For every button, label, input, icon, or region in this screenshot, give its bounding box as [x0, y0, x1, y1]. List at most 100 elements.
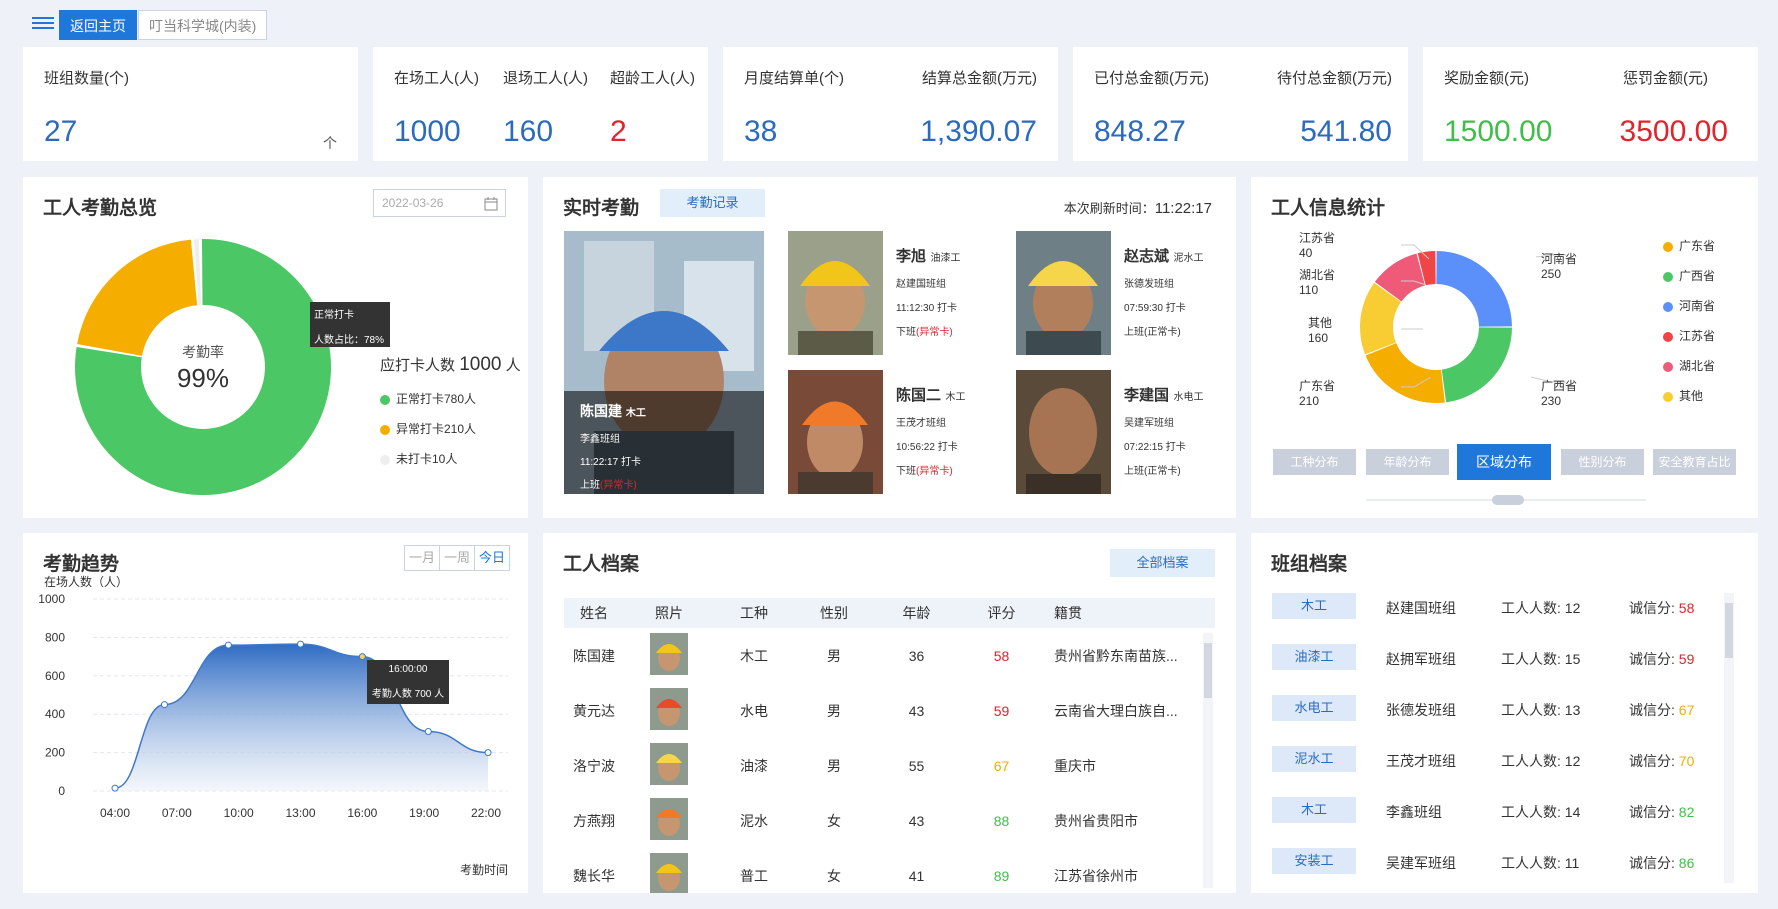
- project-tab[interactable]: 叮当科学城(内装): [138, 10, 268, 40]
- count-value: 13: [1564, 702, 1581, 718]
- archive-scrollbar[interactable]: [1203, 633, 1213, 888]
- region-label-guangxi: 广西省 230: [1541, 377, 1577, 408]
- table-row[interactable]: 魏长华 普工 女 41 89 江苏省徐州市: [564, 848, 1215, 893]
- legend-label: 正常打卡780人: [396, 392, 477, 406]
- date-picker[interactable]: 2022-03-26: [373, 189, 506, 217]
- legend-dot: [1663, 361, 1673, 372]
- trend-xlabel: 考勤时间: [459, 863, 508, 877]
- cell-trade: 油漆: [740, 757, 768, 774]
- cell-age: 43: [908, 702, 925, 719]
- worker-avatar-icon: [650, 798, 688, 840]
- trend-point[interactable]: [297, 640, 304, 648]
- unpaid-value: 541.80: [1300, 115, 1392, 148]
- tab-trade-distribution[interactable]: 工种分布: [1273, 449, 1356, 475]
- attendance-trend-chart: 0 200 400 600 800 1000 04:00 07:00 10:00 13:00 16:…: [38, 592, 508, 820]
- featured-worker-photo[interactable]: 陈国建 木工 李鑫班组 11:22:17 打卡 上班(异常卡): [564, 231, 764, 494]
- cell-gender: 女: [827, 812, 841, 829]
- cell-gender: 男: [827, 757, 841, 774]
- x-tick-label: 19:00: [409, 806, 439, 820]
- trend-point[interactable]: [424, 727, 432, 735]
- legend-label: 河南省: [1679, 299, 1716, 313]
- calendar-icon: [484, 197, 498, 211]
- back-home-tab[interactable]: 返回主页: [59, 10, 137, 40]
- tab-gender-distribution[interactable]: 性别分布: [1561, 449, 1644, 475]
- cell-trade: 泥水: [740, 812, 768, 829]
- worker-avatar-icon: [650, 743, 688, 785]
- cell-origin: 云南省大理白族自...: [1054, 702, 1178, 719]
- trend-point[interactable]: [111, 784, 119, 792]
- stat-card-teams: 班组数量(个) 27 个: [23, 47, 358, 161]
- attendance-trend-panel: 考勤趋势 在场人数（人） 一月 一周 今日 0 200 400 600 800 1000 04:…: [23, 533, 528, 893]
- worker-name: 李旭: [896, 248, 927, 265]
- legend-label: 江苏省: [1679, 329, 1716, 343]
- table-row[interactable]: 黄元达 水电 男 43 59 云南省大理白族自...: [564, 683, 1215, 738]
- overage-label: 超龄工人(人): [610, 70, 695, 87]
- worker-portrait-icon: [1016, 370, 1111, 494]
- attendance-record-button[interactable]: 考勤记录: [660, 189, 765, 217]
- region-label-jiangsu: 江苏省 40: [1299, 229, 1335, 260]
- trend-point[interactable]: [484, 749, 492, 757]
- carousel-indicator[interactable]: [1492, 495, 1524, 505]
- label-value: 250: [1541, 267, 1562, 281]
- legend-label: 广东省: [1679, 239, 1716, 253]
- legend-dot: [1663, 331, 1673, 342]
- featured-name-line: 陈国建 木工: [580, 401, 748, 421]
- settle-total-value: 1,390.07: [920, 115, 1037, 148]
- refresh-time: 本次刷新时间：11:22:17: [1064, 198, 1212, 217]
- count-label: 工人人数:: [1501, 855, 1561, 871]
- worker-time: 10:56:22 打卡: [896, 442, 958, 453]
- score-value: 70: [1678, 753, 1695, 769]
- trend-point[interactable]: [358, 653, 366, 661]
- y-tick-label: 0: [58, 784, 65, 798]
- menu-icon[interactable]: [32, 14, 54, 36]
- legend-dot-normal: [380, 394, 390, 405]
- legend-dot-abnormal: [380, 424, 390, 435]
- team-count: 工人人数: 12: [1501, 751, 1580, 771]
- paid-value: 848.27: [1094, 115, 1186, 148]
- score-value: 58: [1678, 600, 1695, 616]
- cell-photo: [624, 738, 714, 793]
- table-row[interactable]: 陈国建 木工 男 36 58 贵州省黔东南苗族...: [564, 628, 1215, 683]
- status-text: (异常卡): [916, 466, 953, 477]
- team-scrollbar[interactable]: [1724, 593, 1734, 883]
- col-origin: 籍贯: [1044, 598, 1215, 628]
- unpaid-label: 待付总金额(万元): [1277, 70, 1392, 87]
- trend-point[interactable]: [224, 641, 232, 649]
- trend-point[interactable]: [160, 701, 168, 709]
- unit-label: 个: [323, 135, 337, 151]
- score-value: 86: [1678, 855, 1695, 871]
- table-row[interactable]: 洛宁波 油漆 男 55 67 重庆市: [564, 738, 1215, 793]
- stat-card-payment: 已付总金额(万元) 待付总金额(万元) 848.27 541.80: [1073, 47, 1408, 161]
- legend-label: 湖北省: [1679, 359, 1716, 373]
- range-tab-month[interactable]: 一月: [405, 546, 439, 570]
- trend-range-tabs: 一月 一周 今日: [404, 545, 511, 571]
- score-value: 82: [1678, 804, 1695, 820]
- cell-name: 方燕翔: [573, 812, 615, 829]
- donut-slice-abnormal[interactable]: [77, 239, 198, 356]
- x-tick-label: 16:00: [347, 806, 377, 820]
- worker-photo: [788, 231, 883, 355]
- all-archives-button[interactable]: 全部档案: [1110, 549, 1215, 577]
- label-name: 湖北省: [1299, 268, 1336, 282]
- featured-team: 李鑫班组: [580, 434, 620, 445]
- archive-scroll-thumb[interactable]: [1204, 643, 1212, 698]
- cell-origin: 重庆市: [1054, 757, 1096, 774]
- tab-safety-education[interactable]: 安全教育占比: [1653, 449, 1736, 475]
- table-row[interactable]: 方燕翔 泥水 女 43 88 贵州省贵阳市: [564, 793, 1215, 848]
- region-label-henan: 河南省 250: [1541, 250, 1577, 281]
- worker-team: 王茂才班组: [896, 418, 946, 429]
- region-label-other: 其他 160: [1308, 314, 1332, 345]
- status-prefix: 上班: [580, 480, 600, 491]
- attendance-overview-title: 工人考勤总览: [43, 198, 158, 219]
- attendance-legend: 正常打卡780人 异常打卡210人 未打卡10人: [380, 390, 476, 467]
- tab-age-distribution[interactable]: 年龄分布: [1366, 449, 1449, 475]
- tab-region-distribution[interactable]: 区域分布: [1457, 444, 1551, 480]
- team-trade-tag: 油漆工: [1272, 644, 1356, 670]
- team-scroll-thumb[interactable]: [1725, 603, 1733, 658]
- status-text: (异常卡): [916, 327, 953, 338]
- legend-item: 湖北省: [1663, 357, 1715, 374]
- range-tab-today[interactable]: 今日: [474, 546, 509, 570]
- worker-photo: [788, 370, 883, 494]
- range-tab-week[interactable]: 一周: [439, 546, 474, 570]
- cell-name: 陈国建: [573, 647, 615, 664]
